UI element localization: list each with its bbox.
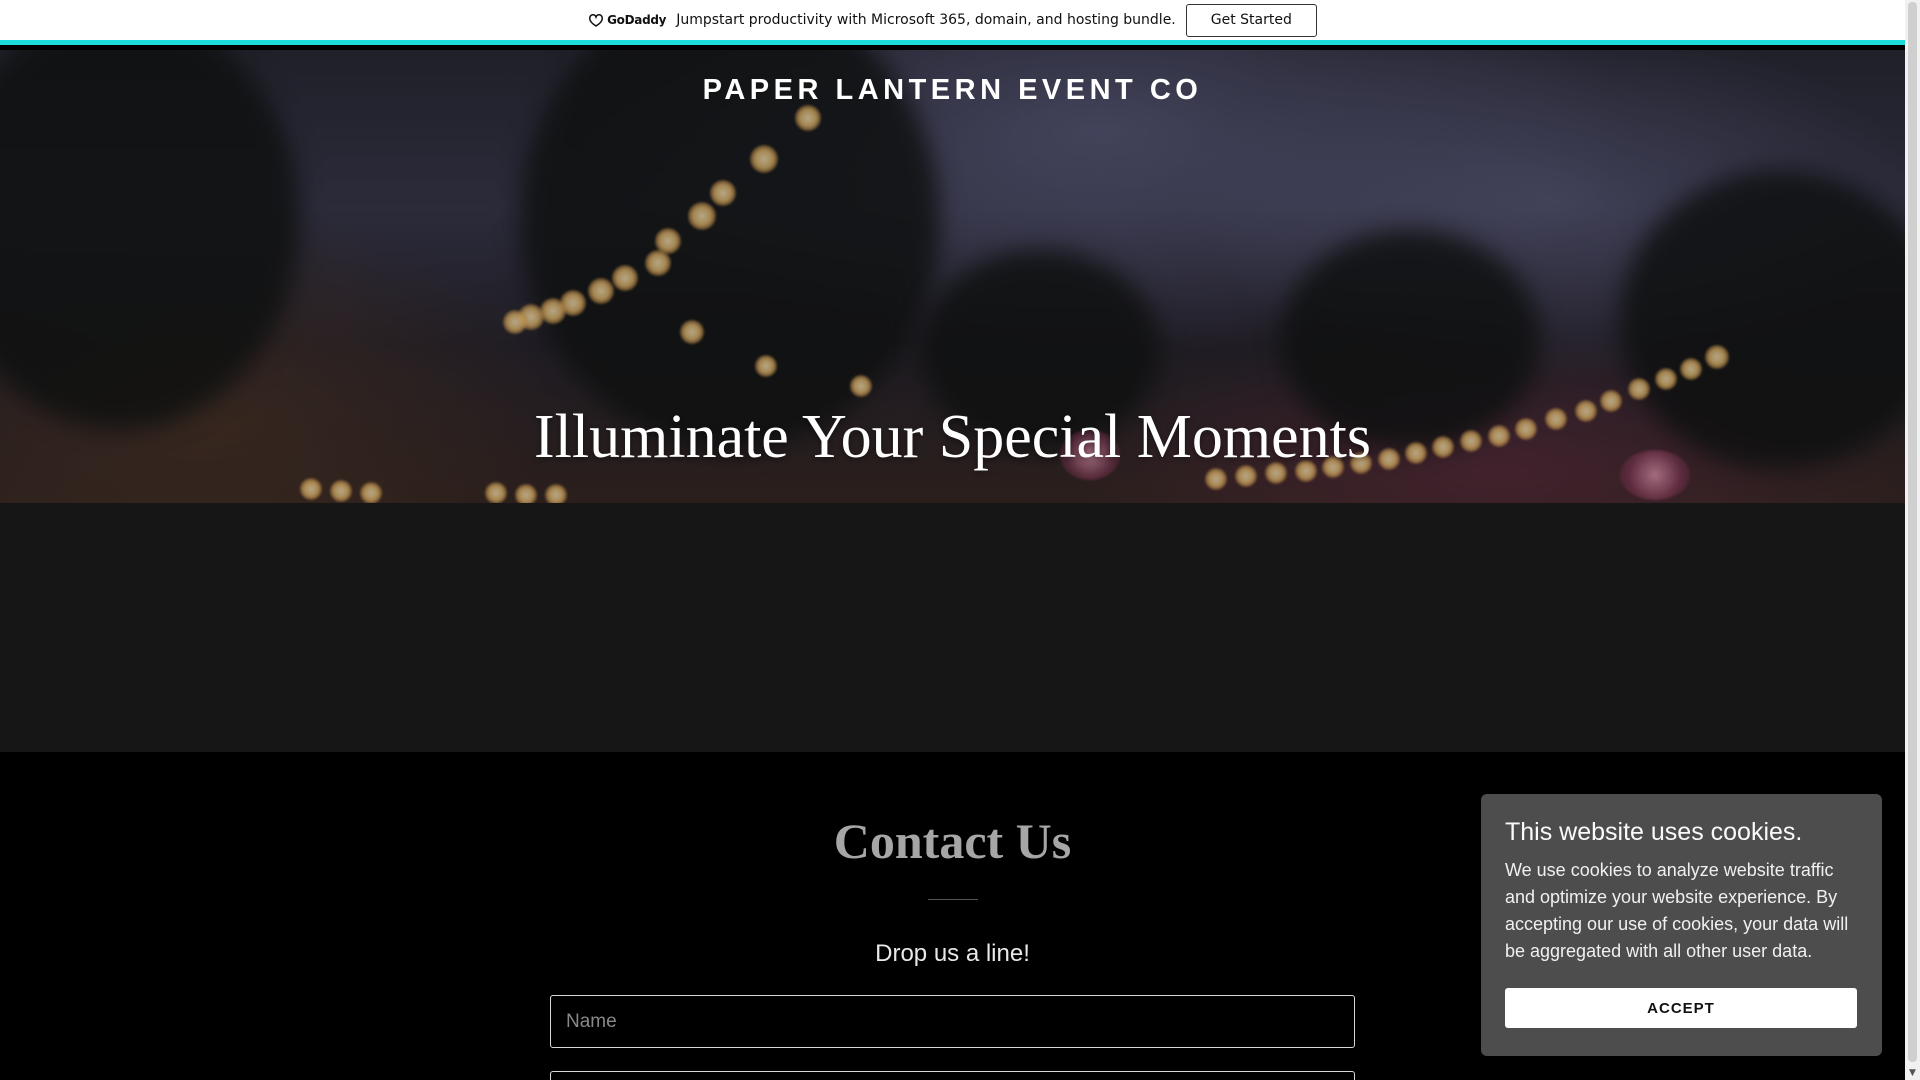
godaddy-logo-text: GoDaddy	[607, 13, 667, 27]
email-input[interactable]	[550, 1071, 1355, 1080]
cookie-banner: This website uses cookies. We use cookie…	[1481, 794, 1882, 1056]
hero-section: PAPER LANTERN EVENT CO Illuminate Your S…	[0, 50, 1905, 503]
get-started-button[interactable]: Get Started	[1185, 3, 1317, 37]
site-title[interactable]: PAPER LANTERN EVENT CO	[0, 74, 1905, 107]
promo-message: Jumpstart productivity with Microsoft 36…	[676, 12, 1176, 28]
godaddy-logo[interactable]: GoDaddy	[588, 13, 666, 27]
name-placeholder: Name	[566, 1010, 617, 1032]
scrollbar[interactable]: ▼	[1905, 0, 1920, 1080]
cookie-text: We use cookies to analyze website traffi…	[1505, 860, 1849, 961]
scroll-down-icon[interactable]: ▼	[1905, 1065, 1920, 1080]
section-divider	[928, 899, 978, 900]
scroll-thumb[interactable]	[1908, 2, 1917, 1062]
hero-heading: Illuminate Your Special Moments	[534, 403, 1371, 471]
promo-bar: GoDaddy Jumpstart productivity with Micr…	[0, 0, 1905, 45]
godaddy-logo-icon	[589, 14, 604, 27]
cookie-title: This website uses cookies.	[1505, 818, 1803, 846]
name-input[interactable]: Name	[550, 995, 1355, 1048]
dark-band	[0, 503, 1905, 752]
accept-button[interactable]: ACCEPT	[1505, 988, 1857, 1028]
